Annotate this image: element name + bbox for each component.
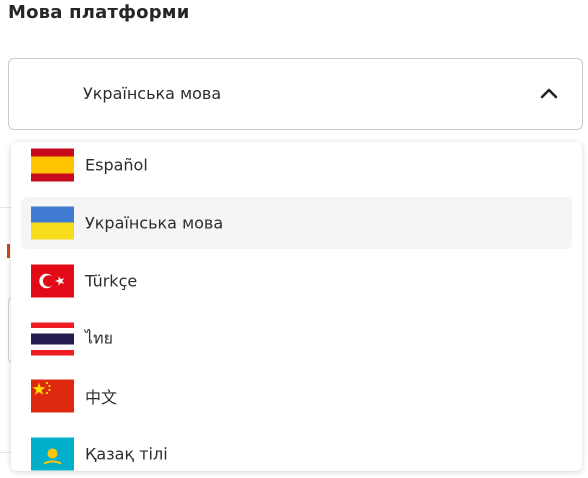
language-select-value: Українська мова bbox=[83, 84, 222, 103]
language-option-label: ไทย bbox=[85, 328, 113, 348]
turkey-flag-icon bbox=[31, 264, 74, 298]
language-option-ukrainian[interactable]: Українська мова bbox=[21, 197, 572, 249]
language-dropdown-list[interactable]: Español Українська мова Türkçe ไทย 中文 Қа… bbox=[11, 142, 582, 471]
language-option-thai[interactable]: ไทย bbox=[21, 313, 572, 365]
language-option-label: Türkçe bbox=[85, 271, 138, 291]
chevron-up-icon[interactable] bbox=[540, 87, 558, 99]
language-option-label: 中文 bbox=[85, 388, 118, 407]
language-option-turkish[interactable]: Türkçe bbox=[21, 255, 572, 307]
spain-flag-icon bbox=[31, 148, 74, 182]
language-option-kazakh[interactable]: Қазақ тілі bbox=[21, 428, 572, 471]
language-select[interactable]: Українська мова bbox=[8, 58, 583, 130]
kazakhstan-flag-icon bbox=[31, 437, 74, 471]
background-accent bbox=[7, 244, 10, 258]
language-option-spanish[interactable]: Español bbox=[21, 142, 572, 191]
language-option-label: Українська мова bbox=[85, 213, 224, 233]
language-settings-page: Мова платформи Українська мова Español У… bbox=[0, 0, 588, 478]
thailand-flag-icon bbox=[31, 322, 74, 356]
language-option-label: Қазақ тілі bbox=[85, 444, 168, 464]
language-option-chinese[interactable]: 中文 bbox=[21, 370, 572, 422]
china-flag-icon bbox=[31, 379, 74, 413]
ukraine-flag-icon bbox=[31, 206, 74, 240]
section-title: Мова платформи bbox=[8, 2, 190, 23]
language-option-label: Español bbox=[85, 155, 148, 175]
